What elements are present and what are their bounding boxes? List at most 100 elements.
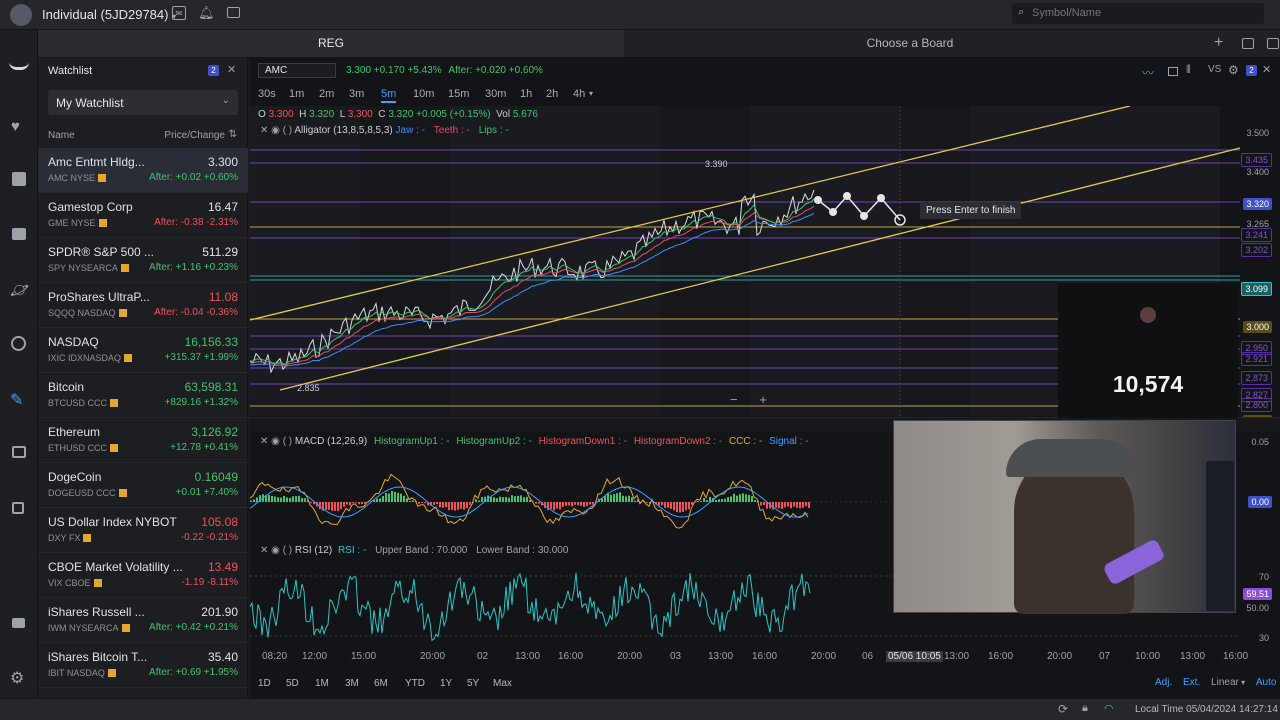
bell-icon[interactable]: 🔔︎ bbox=[198, 5, 215, 21]
macd-histogram-bar bbox=[580, 502, 582, 506]
save-board-icon[interactable] bbox=[1242, 38, 1254, 49]
watchlist-row[interactable]: DogeCoin DOGEUSD CCC 0.16049 +0.01 +7.40% bbox=[38, 463, 248, 508]
watchlist-row[interactable]: CBOE Market Volatility ... VIX CBOE 13.49 -… bbox=[38, 553, 248, 598]
macd-histogram-bar bbox=[634, 500, 636, 502]
timeframe-1h[interactable]: 1h bbox=[520, 88, 532, 100]
macd-legend[interactable]: ✕ ◉ ( ) MACD (12,26,9) HistogramUp1 : - … bbox=[260, 436, 809, 447]
eye-icon[interactable]: ◉ bbox=[271, 125, 280, 136]
column-price-header[interactable]: Price/Change bbox=[164, 130, 225, 141]
lock-icon[interactable]: 🔒︎ bbox=[1082, 702, 1088, 715]
column-name-header[interactable]: Name bbox=[48, 130, 75, 141]
macd-histogram-bar bbox=[538, 502, 540, 504]
auto-toggle[interactable]: Auto bbox=[1256, 677, 1277, 688]
range-5d[interactable]: 5D bbox=[286, 678, 299, 689]
range-ytd[interactable]: YTD bbox=[405, 678, 425, 689]
monitor-icon[interactable] bbox=[227, 7, 240, 18]
profile-avatar[interactable] bbox=[10, 4, 32, 26]
strategy-icon[interactable]: VS bbox=[1208, 64, 1221, 75]
watchlist-heart-icon[interactable]: ♥ bbox=[11, 118, 20, 135]
indicators-icon[interactable]: ⦀ bbox=[1186, 64, 1191, 77]
planet-icon[interactable]: 🪐︎ bbox=[10, 281, 29, 299]
macd-histogram-bar bbox=[661, 502, 663, 506]
chat-icon[interactable] bbox=[12, 618, 25, 628]
range-1y[interactable]: 1Y bbox=[440, 678, 452, 689]
layout-icon[interactable] bbox=[1267, 38, 1279, 49]
symbol-input[interactable]: AMC bbox=[258, 63, 336, 78]
range-1m[interactable]: 1M bbox=[315, 678, 329, 689]
close-icon[interactable]: ✕ bbox=[260, 545, 268, 556]
tab-choose-board[interactable]: Choose a Board bbox=[624, 30, 1196, 57]
close-icon[interactable]: ✕ bbox=[227, 63, 236, 76]
layout-count-badge[interactable]: 2 bbox=[1246, 65, 1257, 76]
search-input[interactable] bbox=[1032, 5, 1252, 21]
watchlist-item-ticker: IBIT NASDAQ bbox=[48, 668, 105, 678]
account-selector[interactable]: Individual (5JD29784) ▾ bbox=[42, 7, 176, 22]
range-6m[interactable]: 6M bbox=[374, 678, 388, 689]
settings-gear-icon[interactable]: ⚙ bbox=[10, 668, 24, 688]
timeframe-3m[interactable]: 3m bbox=[349, 88, 364, 100]
range-5y[interactable]: 5Y bbox=[467, 678, 479, 689]
watchlist-row[interactable]: ProShares UltraP... SQQQ NASDAQ 11.08 After… bbox=[38, 283, 248, 328]
adj-toggle[interactable]: Adj. bbox=[1155, 677, 1172, 688]
ext-toggle[interactable]: Ext. bbox=[1183, 677, 1200, 688]
watchlist-row[interactable]: iShares Russell ... IWM NYSEARCA 201.90 Aft… bbox=[38, 598, 248, 643]
timeframe-15m[interactable]: 15m bbox=[448, 88, 469, 100]
scale-select[interactable]: Linear bbox=[1211, 677, 1239, 688]
refresh-icon[interactable]: ⟳ bbox=[1058, 702, 1068, 716]
zoom-out-button[interactable]: − bbox=[730, 392, 738, 407]
image-icon[interactable] bbox=[12, 228, 26, 240]
mail-icon[interactable]: ✉ bbox=[172, 6, 186, 20]
logo-icon[interactable] bbox=[9, 62, 29, 70]
watchlist-row[interactable]: Gamestop Corp GME NYSE 16.47 After: -0.38 -… bbox=[38, 193, 248, 238]
watchlist-selector[interactable]: My Watchlist ⌄ bbox=[48, 90, 238, 115]
alligator-legend[interactable]: ✕ ◉ ( ) Alligator (13,8,5,8,5,3) Jaw : -… bbox=[260, 125, 509, 136]
symbol-quote: 3.300 +0.170 +5.43% After: +0.020 +0.60% bbox=[346, 65, 543, 76]
low-marker-label: 2.835 bbox=[297, 383, 320, 393]
timeframe-2h[interactable]: 2h bbox=[546, 88, 558, 100]
watchlist-row[interactable]: Bitcoin BTCUSD CCC 63,598.31 +829.16 +1.32% bbox=[38, 373, 248, 418]
analytics-icon[interactable] bbox=[11, 336, 26, 351]
macd-histogram-bar bbox=[778, 502, 780, 509]
eye-icon[interactable]: ◉ bbox=[271, 436, 280, 447]
range-max[interactable]: Max bbox=[493, 678, 512, 689]
watchlist-row[interactable]: iShares Bitcoin T... IBIT NASDAQ 35.40 Afte… bbox=[38, 643, 248, 688]
macd-histogram-bar bbox=[667, 502, 669, 508]
watchlist-row[interactable]: US Dollar Index NYBOT DXY FX 105.08 -0.22 -… bbox=[38, 508, 248, 553]
macd-histogram-bar bbox=[250, 500, 252, 502]
timeframe-10m[interactable]: 10m bbox=[413, 88, 434, 100]
close-icon[interactable]: ✕ bbox=[1262, 63, 1271, 76]
timeframe-2m[interactable]: 2m bbox=[319, 88, 334, 100]
watchlist-row[interactable]: NASDAQ IXIC IDXNASDAQ 16,156.33 +315.37 +1.… bbox=[38, 328, 248, 373]
timeframe-30m[interactable]: 30m bbox=[485, 88, 506, 100]
range-1d[interactable]: 1D bbox=[258, 678, 271, 689]
timeframe-5m[interactable]: 5m bbox=[381, 88, 397, 103]
add-board-icon[interactable]: + bbox=[1214, 34, 1223, 52]
close-icon[interactable]: ✕ bbox=[260, 436, 268, 447]
symbol-search[interactable]: ⌕ bbox=[1012, 3, 1264, 24]
timeframe-30s[interactable]: 30s bbox=[258, 88, 276, 100]
eye-icon[interactable]: ◉ bbox=[271, 545, 280, 556]
orders-icon[interactable] bbox=[12, 502, 24, 514]
zoom-in-button[interactable]: + bbox=[759, 392, 767, 407]
watchlist-row[interactable]: Amc Entmt Hldg... AMC NYSE 3.300 After: +0.… bbox=[38, 148, 248, 193]
range-3m[interactable]: 3M bbox=[345, 678, 359, 689]
timeframe-4h[interactable]: 4h bbox=[573, 88, 585, 100]
tab-reg[interactable]: REG bbox=[38, 30, 624, 57]
timeframe-1m[interactable]: 1m bbox=[289, 88, 304, 100]
watchlist-row[interactable]: Ethereum ETHUSD CCC 3,126.92 +12.78 +0.41% bbox=[38, 418, 248, 463]
line-chart-icon[interactable]: 〰 bbox=[1142, 64, 1154, 81]
macd-histogram-bar bbox=[460, 502, 462, 509]
macd-histogram-bar bbox=[502, 497, 504, 502]
wallet-icon[interactable] bbox=[12, 446, 26, 458]
news-icon[interactable] bbox=[12, 172, 26, 186]
macd-histogram-bar bbox=[679, 502, 681, 513]
watchlist-row[interactable]: SPDR® S&P 500 ... SPY NYSEARCA 511.29 After… bbox=[38, 238, 248, 283]
rsi-legend[interactable]: ✕ ◉ ( ) RSI (12) RSI : - Upper Band : 70… bbox=[260, 545, 568, 556]
drawing-tool-icon[interactable]: ✎ bbox=[10, 390, 23, 410]
chart-settings-icon[interactable]: ⚙ bbox=[1228, 63, 1239, 77]
compare-icon[interactable] bbox=[1168, 67, 1178, 76]
session-band bbox=[900, 106, 970, 416]
chevron-down-icon[interactable]: ▾ bbox=[589, 89, 593, 98]
sort-icon[interactable]: ⇅ bbox=[229, 129, 237, 140]
close-icon[interactable]: ✕ bbox=[260, 125, 268, 136]
